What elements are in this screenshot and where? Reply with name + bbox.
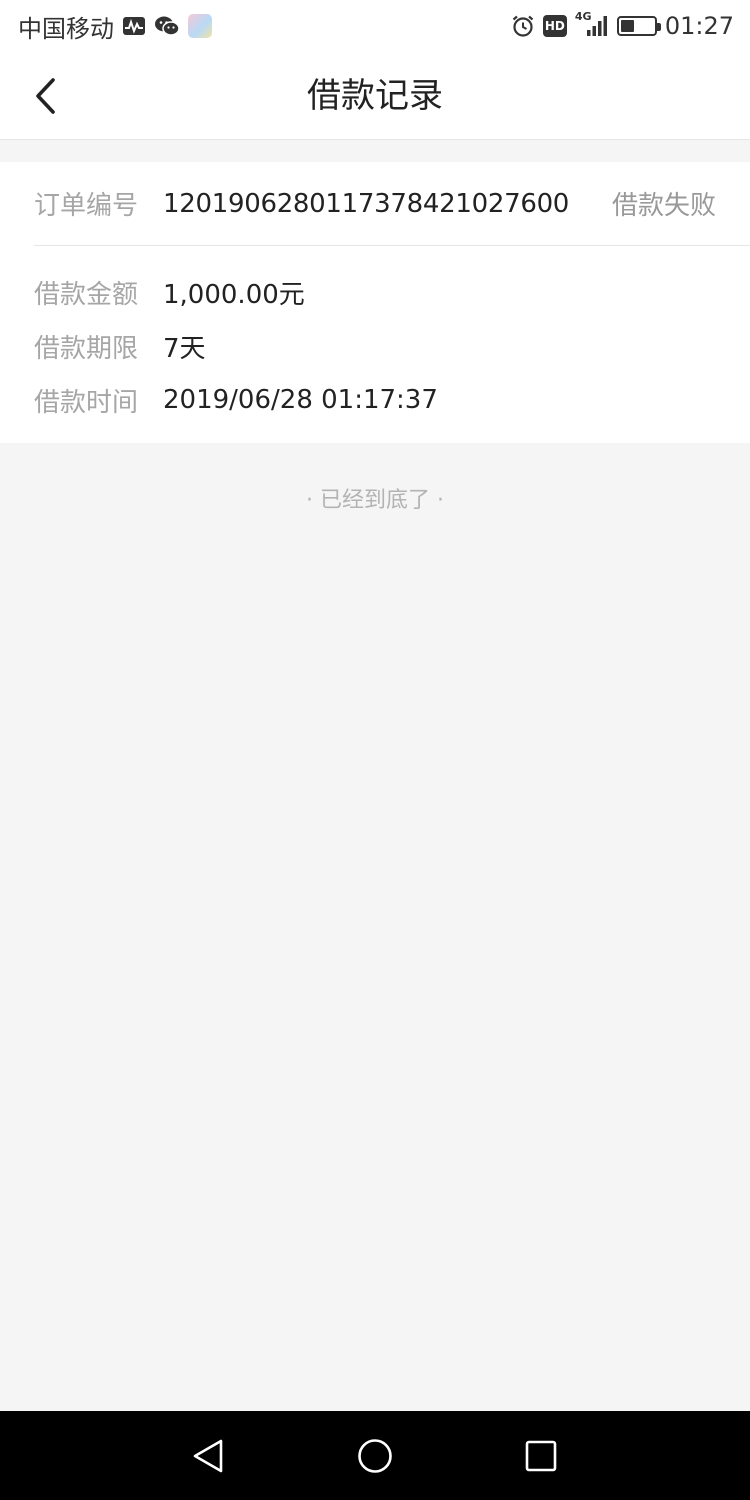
clock-time: 01:27 [664, 12, 734, 40]
order-no-value: 1201906280117378421027600 [163, 188, 570, 219]
loan-record-card[interactable]: 订单编号 1201906280117378421027600 借款失败 借款金额… [0, 162, 750, 443]
amount-label: 借款金额 [34, 279, 139, 310]
square-recent-icon [525, 1440, 557, 1472]
term-label: 借款期限 [34, 333, 139, 364]
status-badge: 借款失败 [611, 191, 716, 221]
network-type: 4G [574, 10, 592, 23]
page-title: 借款记录 [307, 76, 443, 116]
battery-level [620, 20, 634, 32]
order-no-label: 订单编号 [34, 191, 139, 221]
system-back-button[interactable] [191, 1438, 227, 1474]
status-bar-right: HD 4G 01:27 [503, 10, 734, 40]
amount-value: 1,000.00元 [163, 279, 305, 310]
hd-icon: HD [542, 15, 567, 37]
term-value: 7天 [163, 333, 206, 364]
loan-time-label: 借款时间 [34, 387, 139, 418]
carrier-name: 中国移动 [18, 14, 114, 43]
battery-icon [616, 16, 661, 36]
activity-icon [122, 16, 146, 36]
status-bar: 中国移动 HD 4G 01:27 [0, 0, 750, 52]
app-icon [188, 14, 212, 38]
loan-time-value: 2019/06/28 01:17:37 [163, 385, 438, 415]
signal-icon: 4G [574, 10, 609, 38]
system-nav-bar [0, 1411, 750, 1500]
system-recent-button[interactable] [523, 1438, 559, 1474]
alarm-icon [511, 14, 535, 38]
nav-bar: 借款记录 [0, 52, 750, 140]
wechat-icon [154, 15, 180, 37]
amount-row: 借款金额 1,000.00元 [34, 272, 716, 312]
loan-time-row: 借款时间 2019/06/28 01:17:37 [34, 380, 716, 420]
circle-home-icon [358, 1439, 392, 1473]
triangle-back-icon [193, 1439, 223, 1473]
term-row: 借款期限 7天 [34, 326, 716, 366]
system-home-button[interactable] [357, 1438, 393, 1474]
order-row: 订单编号 1201906280117378421027600 借款失败 [34, 162, 750, 246]
status-bar-left: 中国移动 [18, 9, 220, 44]
end-of-list-text: · 已经到底了 · [306, 488, 444, 513]
